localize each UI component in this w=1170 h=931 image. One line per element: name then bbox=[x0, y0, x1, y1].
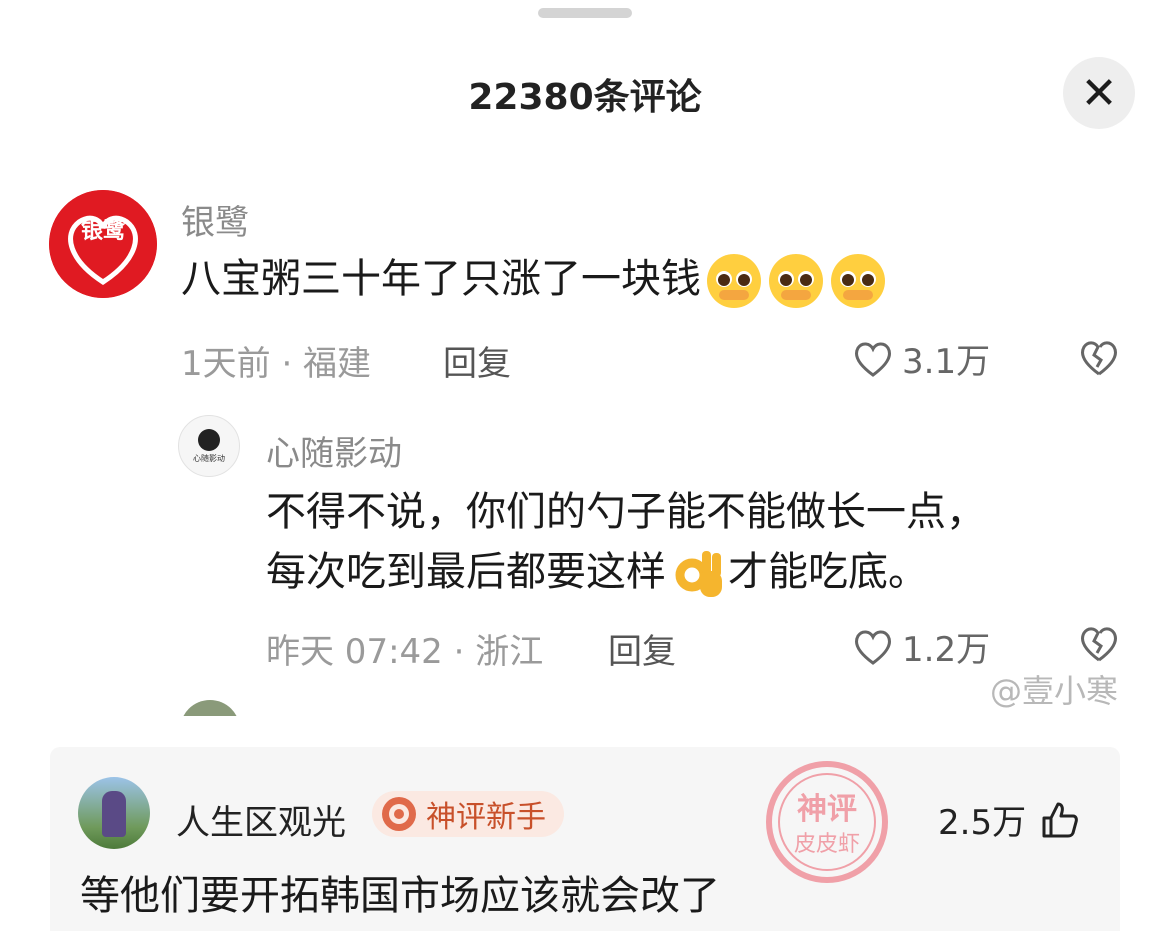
avatar[interactable] bbox=[78, 777, 150, 849]
reply-meta: 昨天 07:42 · 浙江 bbox=[266, 632, 544, 672]
avatar[interactable]: 心随影动 bbox=[178, 415, 240, 477]
comments-count-title: 22380条评论 bbox=[468, 77, 702, 118]
like-count: 3.1万 bbox=[902, 342, 991, 382]
pleading-face-emoji-icon bbox=[831, 254, 885, 308]
thumbs-up-icon bbox=[1042, 802, 1078, 837]
close-icon: ✕ bbox=[1080, 67, 1118, 119]
medal-icon bbox=[382, 797, 416, 831]
badge-label: 神评新手 bbox=[426, 800, 546, 835]
status-badge: 神评新手 bbox=[372, 791, 564, 837]
ok-hand-emoji-icon bbox=[675, 551, 722, 597]
featured-comment-card: 人生区观光 神评新手 神评 皮皮虾 2.5万 等他们要开拓韩国市场应该就会改了 bbox=[50, 747, 1120, 931]
avatar bbox=[180, 700, 240, 716]
heart-icon bbox=[855, 342, 891, 377]
drag-handle[interactable] bbox=[538, 8, 632, 18]
reply-text-before: 每次吃到最后都要这样 bbox=[266, 549, 666, 595]
watermark: @壹小寒 bbox=[990, 672, 1119, 710]
god-comment-stamp: 神评 皮皮虾 bbox=[766, 761, 888, 883]
reply-text-after: 才能吃底。 bbox=[728, 549, 928, 595]
like-button[interactable]: 1.2万 bbox=[852, 622, 990, 671]
reply-username[interactable]: 心随影动 bbox=[266, 426, 402, 475]
close-button[interactable]: ✕ bbox=[1063, 57, 1135, 129]
comment-username[interactable]: 银鹭 bbox=[181, 195, 249, 244]
broken-heart-icon[interactable] bbox=[1076, 334, 1122, 380]
like-button[interactable]: 3.1万 bbox=[852, 334, 990, 383]
ink-mark-icon bbox=[198, 428, 220, 451]
reply-text-line-2: 每次吃到最后都要这样 才能吃底。 bbox=[266, 543, 928, 603]
character-figure-icon bbox=[102, 791, 126, 837]
reply-button[interactable]: 回复 bbox=[443, 336, 511, 385]
like-count: 2.5万 bbox=[938, 803, 1027, 843]
pleading-face-emoji-icon bbox=[769, 254, 823, 308]
svg-text:银鹭: 银鹭 bbox=[81, 218, 126, 244]
comment-meta: 1天前 · 福建 bbox=[181, 344, 372, 384]
stamp-line-2: 皮皮虾 bbox=[794, 832, 860, 857]
reply-text-line-1: 不得不说，你们的勺子能不能做长一点， bbox=[266, 489, 986, 535]
pleading-face-emoji-icon bbox=[707, 254, 761, 308]
featured-comment-text: 等他们要开拓韩国市场应该就会改了 bbox=[80, 873, 720, 919]
heart-icon bbox=[855, 630, 891, 665]
comments-sheet: 22380条评论 ✕ 银鹭 银鹭 八宝粥三十年了只涨了一块钱 1天前 · 福建 … bbox=[0, 0, 1170, 716]
avatar[interactable]: 银鹭 bbox=[49, 190, 157, 298]
reply-button[interactable]: 回复 bbox=[608, 624, 676, 673]
like-count: 1.2万 bbox=[902, 630, 991, 670]
broken-heart-icon[interactable] bbox=[1076, 620, 1122, 666]
comment-text: 八宝粥三十年了只涨了一块钱 bbox=[181, 250, 887, 310]
comment-text-content: 八宝粥三十年了只涨了一块钱 bbox=[181, 256, 701, 302]
brand-logo-icon: 银鹭 bbox=[49, 190, 157, 298]
like-button[interactable]: 2.5万 bbox=[938, 795, 1080, 844]
stamp-line-1: 神评 bbox=[797, 792, 857, 827]
featured-username[interactable]: 人生区观光 bbox=[176, 795, 346, 844]
